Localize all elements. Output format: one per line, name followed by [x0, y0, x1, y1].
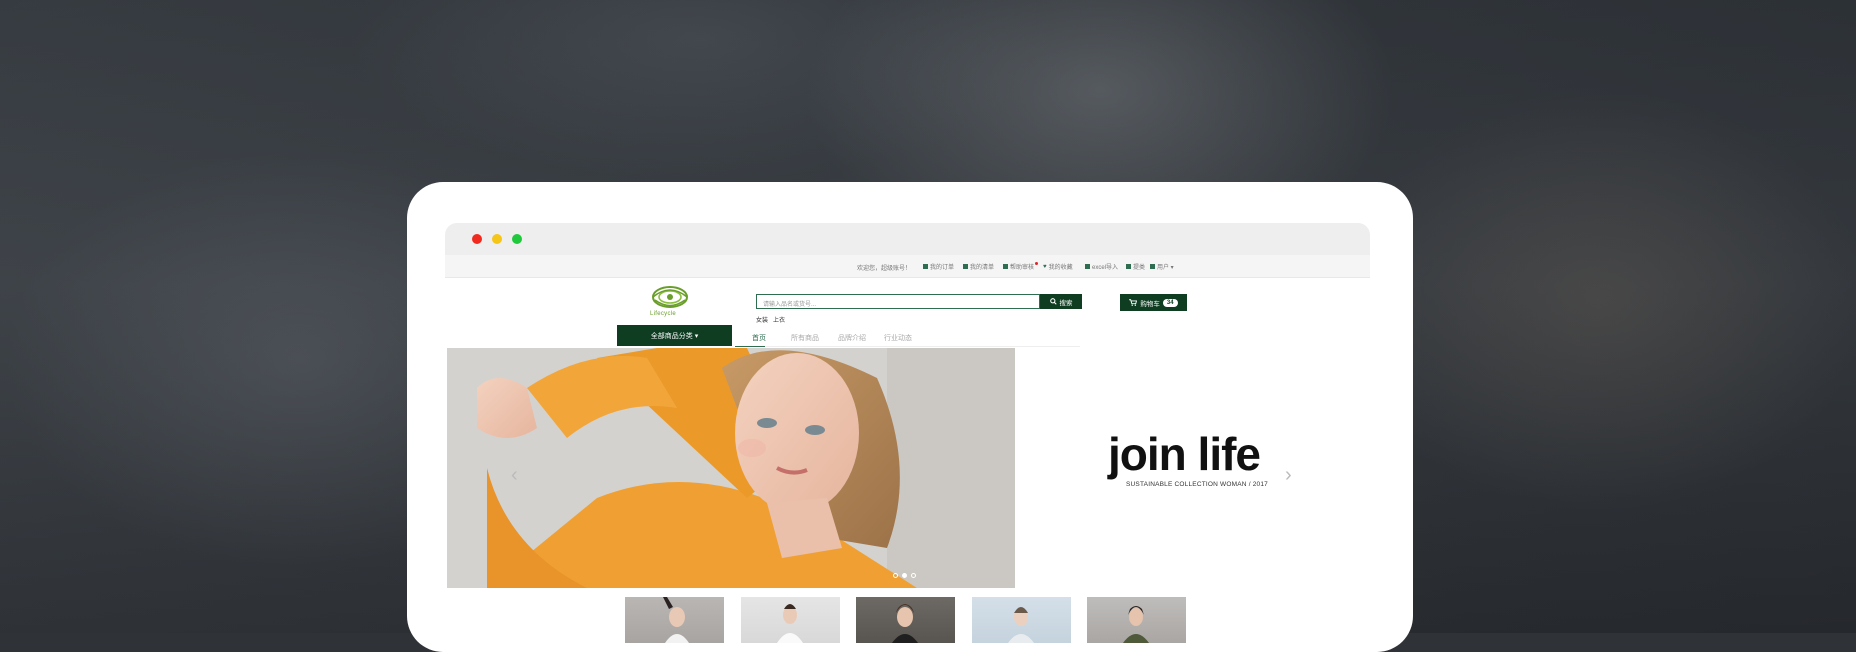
hero-subtitle: SUSTAINABLE COLLECTION WOMAN / 2017 — [1126, 481, 1268, 488]
cart-count-badge: 34 — [1162, 298, 1178, 307]
topbar-link-favorites[interactable]: ♥ 我的收藏 — [1043, 262, 1073, 272]
top-utility-bar: 欢迎您，超级账号！ 我的订单 我的清单 帮助审核 ♥ 我的收藏 excel导入 — [445, 255, 1370, 278]
search-button[interactable]: 搜索 — [1040, 294, 1082, 309]
minimize-window-button[interactable] — [492, 234, 502, 244]
thumbs-up-icon — [1126, 264, 1131, 269]
list-icon — [963, 264, 968, 269]
product-thumbnail[interactable] — [856, 597, 955, 643]
heart-icon: ♥ — [1043, 263, 1047, 270]
product-thumbnail[interactable] — [625, 597, 724, 643]
nav-item-all-products[interactable]: 所有商品 — [791, 333, 819, 343]
browser-titlebar — [445, 223, 1370, 255]
welcome-text: 欢迎您，超级账号！ — [857, 266, 912, 272]
carousel-prev-arrow[interactable]: ‹ — [511, 464, 518, 487]
user-icon — [1150, 264, 1155, 269]
model-photo — [447, 348, 1015, 588]
carousel-next-arrow[interactable]: › — [1285, 464, 1292, 487]
carousel-indicators — [893, 573, 916, 578]
carousel-indicator[interactable] — [911, 573, 916, 578]
product-thumbnail[interactable] — [1087, 597, 1186, 643]
cart-button[interactable]: 购物车 34 — [1120, 294, 1187, 311]
search-icon — [1049, 298, 1057, 305]
hot-word-women[interactable]: 女装 — [756, 315, 768, 324]
product-thumbnail[interactable] — [741, 597, 840, 643]
list-icon — [1003, 264, 1008, 269]
web-page: 欢迎您，超级账号！ 我的订单 我的清单 帮助审核 ♥ 我的收藏 excel导入 — [445, 255, 1370, 643]
carousel-indicator[interactable] — [893, 573, 898, 578]
folder-icon — [1085, 264, 1090, 269]
logo-text: Lifecycle — [650, 311, 677, 317]
cart-icon — [1129, 299, 1138, 306]
close-window-button[interactable] — [472, 234, 482, 244]
hero-banner-image — [447, 348, 1015, 588]
hot-word-tops[interactable]: 上衣 — [773, 315, 785, 324]
product-thumbnail[interactable] — [972, 597, 1071, 643]
nav-divider — [735, 346, 1080, 347]
topbar-link-excel-import[interactable]: excel导入 — [1085, 262, 1118, 271]
maximize-window-button[interactable] — [512, 234, 522, 244]
nav-item-news[interactable]: 行业动态 — [884, 333, 912, 343]
nav-item-home[interactable]: 首页 — [752, 333, 766, 343]
topbar-link-category[interactable]: 提类 — [1126, 262, 1145, 271]
notification-dot — [1035, 262, 1038, 265]
topbar-link-user[interactable]: 用户 ▾ — [1150, 262, 1174, 271]
search-input[interactable]: 请输入品名或货号... — [756, 294, 1040, 309]
nav-item-brand[interactable]: 品牌介绍 — [838, 333, 866, 343]
nav-active-underline — [735, 346, 765, 347]
all-categories-button[interactable]: 全部商品分类 ▾ — [617, 325, 732, 346]
topbar-link-orders[interactable]: 我的订单 — [923, 262, 954, 271]
hero-title: join life — [1108, 428, 1261, 480]
carousel-indicator-active[interactable] — [902, 573, 907, 578]
list-icon — [923, 264, 928, 269]
topbar-link-list[interactable]: 我的清单 — [963, 262, 994, 271]
browser-window: 欢迎您，超级账号！ 我的订单 我的清单 帮助审核 ♥ 我的收藏 excel导入 — [445, 223, 1370, 643]
topbar-link-review[interactable]: 帮助审核 — [1003, 262, 1034, 271]
